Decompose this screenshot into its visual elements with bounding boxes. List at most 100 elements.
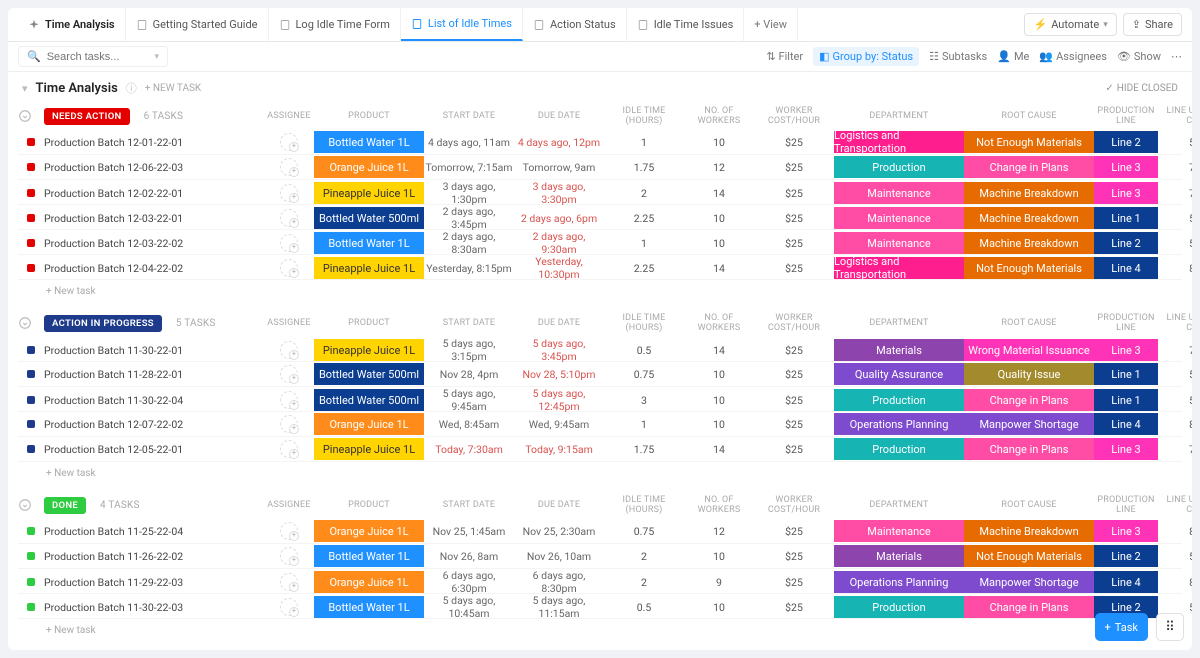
line-pill[interactable]: Line 4 — [1094, 257, 1158, 279]
status-chip[interactable]: NEEDS ACTION — [44, 108, 130, 125]
table-row[interactable]: Production Batch 12-05-22-01Pineapple Ju… — [18, 437, 1182, 462]
start-date[interactable]: Nov 28, 4pm — [424, 368, 514, 381]
assignee-button[interactable] — [264, 573, 314, 591]
start-date[interactable]: 3 days ago, 1:30pm — [424, 180, 514, 206]
line-pill[interactable]: Line 4 — [1094, 413, 1158, 435]
line-pill[interactable]: Line 3 — [1094, 520, 1158, 542]
start-date[interactable]: 5 days ago, 3:15pm — [424, 337, 514, 363]
start-date[interactable]: Tomorrow, 7:15am — [424, 161, 514, 174]
root-cause-pill[interactable]: Machine Breakdown — [964, 520, 1094, 542]
line-pill[interactable]: Line 4 — [1094, 571, 1158, 593]
task-name[interactable]: Production Batch 11-26-22-02 — [44, 550, 264, 563]
root-cause-pill[interactable]: Change in Plans — [964, 438, 1094, 460]
product-pill[interactable]: Pineapple Juice 1L — [314, 339, 424, 361]
start-date[interactable]: 2 days ago, 8:30am — [424, 230, 514, 256]
line-pill[interactable]: Line 3 — [1094, 182, 1158, 204]
assignee-button[interactable] — [264, 234, 314, 252]
table-row[interactable]: Production Batch 12-03-22-02Bottled Wate… — [18, 230, 1182, 255]
filter-button[interactable]: ⇅Filter — [766, 50, 803, 63]
due-date[interactable]: 6 days ago, 8:30pm — [514, 569, 604, 595]
assignee-button[interactable] — [264, 391, 314, 409]
product-pill[interactable]: Pineapple Juice 1L — [314, 257, 424, 279]
status-square[interactable] — [18, 163, 44, 171]
root-cause-pill[interactable]: Change in Plans — [964, 156, 1094, 178]
start-date[interactable]: 5 days ago, 9:45am — [424, 387, 514, 413]
due-date[interactable]: 2 days ago, 9:30am — [514, 230, 604, 256]
status-square[interactable] — [18, 578, 44, 586]
table-row[interactable]: Production Batch 11-25-22-04Orange Juice… — [18, 519, 1182, 544]
department-pill[interactable]: Logistics and Transportation — [834, 131, 964, 153]
status-square[interactable] — [18, 527, 44, 535]
root-cause-pill[interactable]: Change in Plans — [964, 596, 1094, 618]
groupby-button[interactable]: ◧Group by: Status — [813, 47, 919, 66]
due-date[interactable]: Wed, 9:45am — [514, 418, 604, 431]
table-row[interactable]: Production Batch 11-26-22-02Bottled Wate… — [18, 544, 1182, 569]
status-chip[interactable]: DONE — [44, 497, 86, 514]
status-square[interactable] — [18, 445, 44, 453]
start-date[interactable]: Nov 26, 8am — [424, 550, 514, 563]
status-square[interactable] — [18, 370, 44, 378]
collapse-icon[interactable] — [18, 314, 34, 332]
product-pill[interactable]: Bottled Water 500ml — [314, 363, 424, 385]
line-pill[interactable]: Line 1 — [1094, 207, 1158, 229]
status-square[interactable] — [18, 552, 44, 560]
tab-add-view[interactable]: + View — [744, 8, 798, 41]
root-cause-pill[interactable]: Manpower Shortage — [964, 571, 1094, 593]
status-square[interactable] — [18, 138, 44, 146]
product-pill[interactable]: Bottled Water 1L — [314, 596, 424, 618]
due-date[interactable]: 2 days ago, 6pm — [514, 212, 604, 225]
start-date[interactable]: Yesterday, 8:15pm — [424, 262, 514, 275]
root-cause-pill[interactable]: Not Enough Materials — [964, 131, 1094, 153]
start-date[interactable]: Nov 25, 1:45am — [424, 525, 514, 538]
due-date[interactable]: 5 days ago, 12:45pm — [514, 387, 604, 413]
line-pill[interactable]: Line 2 — [1094, 232, 1158, 254]
due-date[interactable]: 4 days ago, 12pm — [514, 136, 604, 149]
root-cause-pill[interactable]: Wrong Material Issuance — [964, 339, 1094, 361]
collapse-icon[interactable] — [18, 496, 34, 514]
task-name[interactable]: Production Batch 12-04-22-02 — [44, 262, 264, 275]
root-cause-pill[interactable]: Machine Breakdown — [964, 182, 1094, 204]
new-task-row[interactable]: + New task — [18, 280, 1182, 297]
department-pill[interactable]: Maintenance — [834, 232, 964, 254]
table-row[interactable]: Production Batch 11-30-22-01Pineapple Ju… — [18, 337, 1182, 362]
table-row[interactable]: Production Batch 12-07-22-02Orange Juice… — [18, 412, 1182, 437]
department-pill[interactable]: Materials — [834, 339, 964, 361]
line-pill[interactable]: Line 1 — [1094, 389, 1158, 411]
root-cause-pill[interactable]: Not Enough Materials — [964, 257, 1094, 279]
department-pill[interactable]: Quality Assurance — [834, 363, 964, 385]
collapse-icon[interactable] — [18, 107, 34, 125]
search-field[interactable] — [47, 51, 149, 63]
start-date[interactable]: 6 days ago, 6:30pm — [424, 569, 514, 595]
department-pill[interactable]: Maintenance — [834, 207, 964, 229]
due-date[interactable]: Nov 28, 5:10pm — [514, 368, 604, 381]
line-pill[interactable]: Line 1 — [1094, 363, 1158, 385]
root-cause-pill[interactable]: Not Enough Materials — [964, 545, 1094, 567]
due-date[interactable]: 3 days ago, 3:30pm — [514, 180, 604, 206]
assignee-button[interactable] — [264, 133, 314, 151]
due-date[interactable]: Yesterday, 10:30pm — [514, 255, 604, 281]
automate-button[interactable]: ⚡ Automate ▾ — [1024, 13, 1116, 36]
task-name[interactable]: Production Batch 11-29-22-03 — [44, 576, 264, 589]
due-date[interactable]: Nov 26, 10am — [514, 550, 604, 563]
tab-idle-time-issues[interactable]: Idle Time Issues — [627, 8, 745, 41]
product-pill[interactable]: Orange Juice 1L — [314, 520, 424, 542]
due-date[interactable]: 5 days ago, 3:45pm — [514, 337, 604, 363]
product-pill[interactable]: Bottled Water 500ml — [314, 389, 424, 411]
line-pill[interactable]: Line 3 — [1094, 339, 1158, 361]
department-pill[interactable]: Production — [834, 438, 964, 460]
assignee-button[interactable] — [264, 184, 314, 202]
assignee-button[interactable] — [264, 365, 314, 383]
task-name[interactable]: Production Batch 11-30-22-03 — [44, 601, 264, 614]
task-name[interactable]: Production Batch 12-02-22-01 — [44, 187, 264, 200]
task-name[interactable]: Production Batch 12-03-22-02 — [44, 237, 264, 250]
task-name[interactable]: Production Batch 12-01-22-01 — [44, 136, 264, 149]
assignee-button[interactable] — [264, 341, 314, 359]
table-row[interactable]: Production Batch 12-06-22-03Orange Juice… — [18, 155, 1182, 180]
assignee-button[interactable] — [264, 158, 314, 176]
tab-list-of-idle-times[interactable]: List of Idle Times — [401, 8, 523, 41]
due-date[interactable]: Nov 25, 2:30am — [514, 525, 604, 538]
table-row[interactable]: Production Batch 12-02-22-01Pineapple Ju… — [18, 180, 1182, 205]
table-row[interactable]: Production Batch 11-30-22-03 Bottled Wate… — [18, 594, 1182, 619]
status-chip[interactable]: ACTION IN PROGRESS — [44, 315, 162, 332]
task-name[interactable]: Production Batch 11-28-22-01 — [44, 368, 264, 381]
